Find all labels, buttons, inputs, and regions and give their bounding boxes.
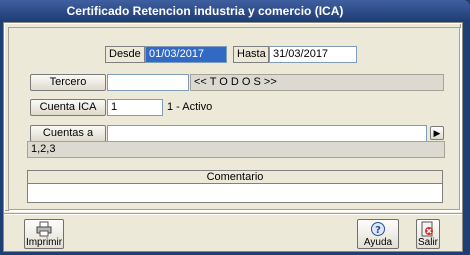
- cuentas-excluir-list: 1,2,3: [27, 141, 445, 158]
- salir-label: Salir: [417, 237, 438, 248]
- ayuda-label: Ayuda: [363, 237, 393, 248]
- tercero-button[interactable]: Tercero: [30, 74, 106, 91]
- exit-icon: [417, 221, 439, 237]
- cuenta-ica-button[interactable]: Cuenta ICA: [30, 99, 106, 116]
- window-title: Certificado Retencion industria y comerc…: [66, 4, 344, 18]
- comentario-header: Comentario: [27, 170, 443, 184]
- cuentas-excluir-input[interactable]: [107, 125, 427, 142]
- cuenta-ica-description: 1 - Activo: [167, 101, 213, 113]
- ayuda-button[interactable]: ? Ayuda: [357, 219, 399, 249]
- title-bar[interactable]: Certificado Retencion industria y comerc…: [0, 0, 470, 22]
- imprimir-label: Imprimir: [25, 237, 63, 248]
- dialog-window: Desde 01/03/2017 Hasta 31/03/2017 Tercer…: [3, 22, 463, 252]
- svg-text:?: ?: [375, 225, 381, 236]
- tercero-display: << T O D O S >>: [190, 74, 444, 91]
- bottom-divider: [4, 213, 462, 215]
- hasta-date-input[interactable]: 31/03/2017: [269, 46, 357, 63]
- cuentas-excluir-button[interactable]: Cuentas a excluir: [30, 125, 106, 153]
- comentario-input[interactable]: [27, 184, 443, 203]
- desde-date-input[interactable]: 01/03/2017: [145, 46, 227, 63]
- desde-label: Desde: [105, 46, 145, 63]
- printer-icon: [25, 221, 63, 237]
- tercero-input[interactable]: [107, 74, 189, 91]
- help-icon: ?: [358, 221, 398, 237]
- filters-panel: Desde 01/03/2017 Hasta 31/03/2017 Tercer…: [4, 23, 462, 212]
- salir-button[interactable]: Salir: [416, 219, 440, 249]
- window-frame-edge: [463, 22, 470, 255]
- imprimir-button[interactable]: Imprimir: [24, 219, 64, 249]
- chevron-right-icon[interactable]: ▶: [430, 126, 444, 140]
- hasta-label: Hasta: [233, 46, 269, 63]
- cuenta-ica-input[interactable]: 1: [107, 99, 163, 116]
